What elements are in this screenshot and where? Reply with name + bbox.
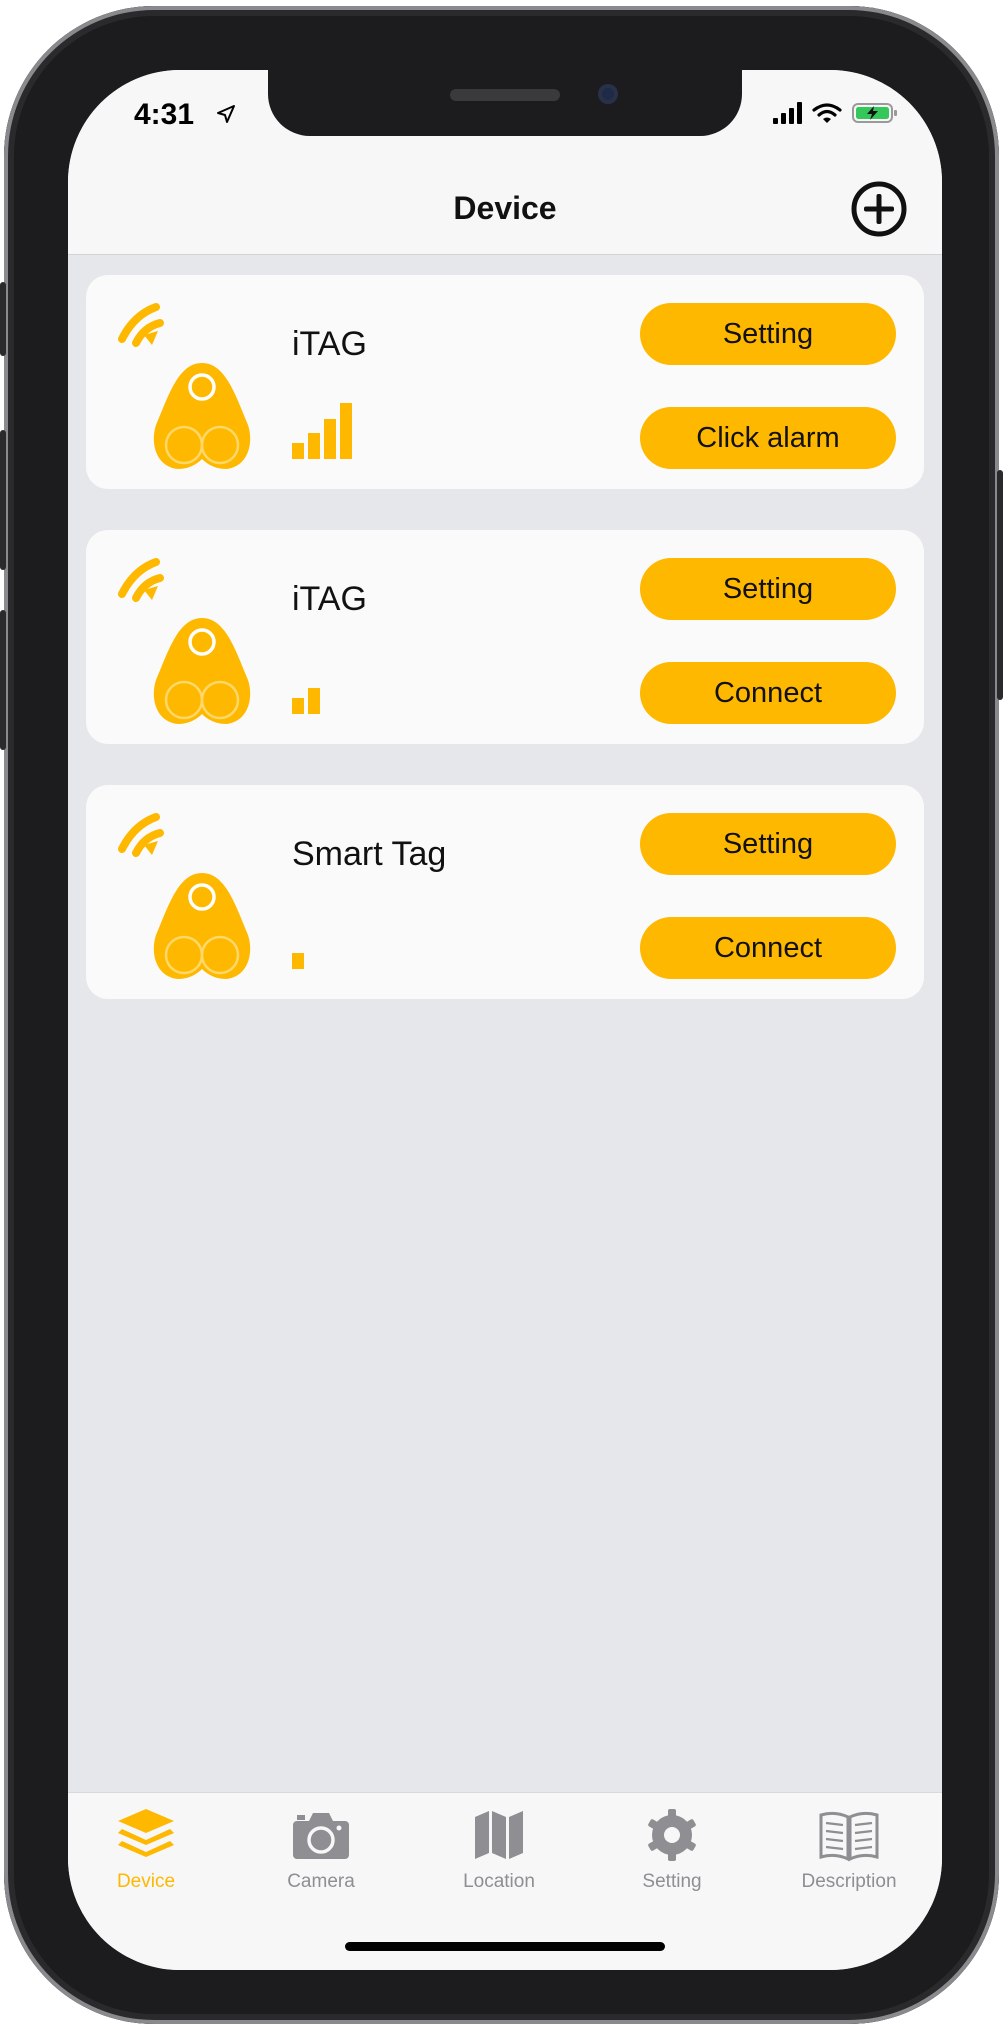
- notch: [268, 70, 742, 136]
- power-button: [997, 470, 1003, 700]
- earpiece-speaker: [450, 89, 560, 101]
- volume-up-button: [0, 430, 6, 570]
- click-alarm-button[interactable]: Click alarm: [640, 407, 896, 469]
- device-card: iTAG Setting Click alarm: [86, 275, 924, 489]
- front-camera: [598, 84, 618, 104]
- connect-button[interactable]: Connect: [640, 917, 896, 979]
- tab-setting[interactable]: Setting: [597, 1807, 747, 1917]
- page-title: Device: [453, 190, 557, 226]
- tab-device[interactable]: Device: [71, 1807, 221, 1917]
- tab-label: Location: [463, 1871, 535, 1892]
- connect-button[interactable]: Connect: [640, 662, 896, 724]
- setting-button[interactable]: Setting: [640, 813, 896, 875]
- navigation-bar: Device: [68, 162, 942, 255]
- device-name: Smart Tag: [292, 835, 447, 873]
- tab-label: Camera: [287, 1871, 355, 1892]
- camera-icon: [293, 1813, 349, 1859]
- device-card: iTAG Setting Connect: [86, 530, 924, 744]
- phone-screen: 4:31 Device iTAG Setting Click alarm iTA…: [68, 70, 942, 1970]
- wifi-icon: [812, 103, 842, 123]
- gear-icon: [648, 1809, 696, 1861]
- location-arrow-icon: [217, 105, 235, 123]
- add-device-button[interactable]: [850, 180, 908, 238]
- volume-down-button: [0, 610, 6, 750]
- signal-strength-icon: [292, 688, 320, 714]
- itag-device-icon: [118, 303, 251, 469]
- home-indicator[interactable]: [345, 1942, 665, 1951]
- layers-icon: [118, 1809, 174, 1857]
- itag-device-icon: [118, 813, 251, 979]
- itag-device-icon: [118, 558, 251, 724]
- battery-charging-icon: [852, 103, 897, 123]
- setting-button[interactable]: Setting: [640, 303, 896, 365]
- status-icons: [773, 102, 898, 124]
- status-time: 4:31: [134, 98, 195, 131]
- tab-label: Device: [116, 1871, 176, 1892]
- tab-location[interactable]: Location: [424, 1807, 574, 1917]
- device-name: iTAG: [292, 580, 367, 618]
- setting-button[interactable]: Setting: [640, 558, 896, 620]
- tab-camera[interactable]: Camera: [246, 1807, 396, 1917]
- tab-label: Setting: [642, 1871, 702, 1892]
- tab-description[interactable]: Description: [774, 1807, 924, 1917]
- cellular-signal-icon: [773, 102, 802, 124]
- device-card: Smart Tag Setting Connect: [86, 785, 924, 999]
- tab-label: Description: [801, 1871, 897, 1892]
- book-icon: [819, 1811, 879, 1862]
- device-name: iTAG: [292, 325, 367, 363]
- signal-strength-icon: [292, 953, 304, 969]
- device-list: iTAG Setting Click alarm iTAG Setting Co…: [86, 275, 924, 1040]
- map-icon: [475, 1811, 523, 1859]
- silent-switch: [0, 282, 6, 356]
- signal-strength-icon: [292, 403, 352, 459]
